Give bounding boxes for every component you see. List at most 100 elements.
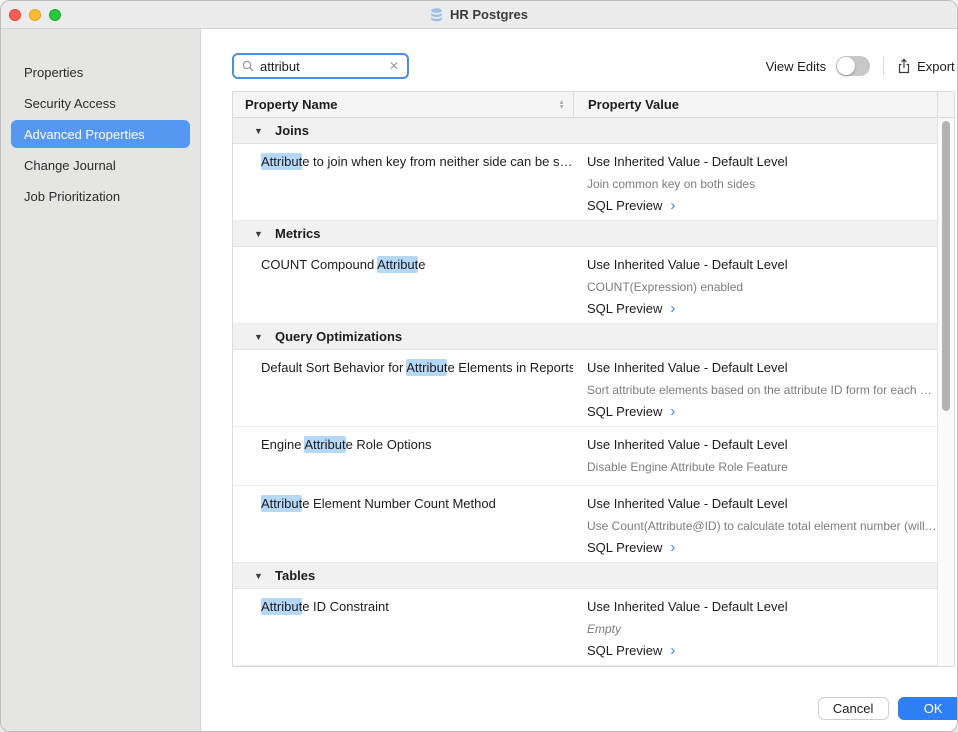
property-name-cell: Attribute Element Number Count Method — [233, 495, 573, 562]
export-label: Export — [917, 59, 955, 74]
search-highlight: Attribut — [377, 256, 418, 273]
search-highlight: Attribut — [261, 598, 302, 615]
property-value-cell: Use Inherited Value - Default LevelJoin … — [573, 153, 937, 220]
sidebar-item-security-access[interactable]: Security Access — [11, 89, 190, 117]
table-scrollbar-track[interactable] — [937, 119, 954, 666]
toggle-knob — [837, 57, 855, 75]
table-row: Attribute Element Number Count MethodUse… — [233, 486, 954, 563]
property-value-description: Sort attribute elements based on the att… — [587, 383, 937, 397]
group-header-tables[interactable]: ▼ Tables — [233, 563, 954, 589]
chevron-right-icon: › — [670, 199, 675, 213]
group-header-metrics[interactable]: ▼ Metrics — [233, 221, 954, 247]
property-value-header-label: Property Value — [588, 97, 679, 112]
chevron-right-icon: › — [670, 302, 675, 316]
disclosure-triangle-icon[interactable]: ▼ — [254, 332, 266, 342]
export-icon — [897, 58, 911, 74]
sidebar-item-change-journal[interactable]: Change Journal — [11, 151, 190, 179]
zoom-window-button[interactable] — [49, 9, 61, 21]
property-value-text: Use Inherited Value - Default Level — [587, 495, 937, 512]
search-highlight: Attribut — [406, 359, 447, 376]
sql-preview-link[interactable]: SQL Preview › — [587, 539, 675, 556]
disclosure-triangle-icon[interactable]: ▼ — [254, 126, 266, 136]
sql-preview-link[interactable]: SQL Preview › — [587, 642, 675, 659]
app-window: HR Postgres Properties Security Access Adv… — [0, 0, 958, 732]
group-label: Metrics — [275, 226, 321, 241]
table-row: COUNT Compound AttributeUse Inherited Va… — [233, 247, 954, 324]
chevron-right-icon: › — [670, 541, 675, 555]
disclosure-triangle-icon[interactable]: ▼ — [254, 571, 266, 581]
property-value-text: Use Inherited Value - Default Level — [587, 598, 937, 615]
clear-search-icon[interactable]: ✕ — [385, 60, 399, 72]
sql-preview-link[interactable]: SQL Preview › — [587, 403, 675, 420]
property-name-cell: Attribute to join when key from neither … — [233, 153, 573, 220]
export-button[interactable]: Export — [897, 58, 955, 74]
sidebar-item-advanced-properties[interactable]: Advanced Properties — [11, 120, 190, 148]
sql-preview-label: SQL Preview — [587, 539, 662, 556]
search-box[interactable]: ✕ — [232, 53, 409, 79]
scrollbar-header-cell — [937, 92, 954, 117]
disclosure-triangle-icon[interactable]: ▼ — [254, 229, 266, 239]
cancel-button[interactable]: Cancel — [818, 697, 889, 720]
property-value-description: COUNT(Expression) enabled — [587, 280, 937, 294]
toolbar-right-controls: View Edits Export — [766, 56, 955, 76]
group-label: Joins — [275, 123, 309, 138]
table-row: Attribute ID ConstraintUse Inherited Val… — [233, 589, 954, 666]
property-name-cell: COUNT Compound Attribute — [233, 256, 573, 323]
group-label: Tables — [275, 568, 315, 583]
database-icon — [430, 8, 443, 22]
app-body: Properties Security Access Advanced Proper… — [1, 29, 957, 731]
sql-preview-label: SQL Preview — [587, 300, 662, 317]
search-highlight: Attribut — [304, 436, 345, 453]
sql-preview-label: SQL Preview — [587, 403, 662, 420]
search-highlight: Attribut — [261, 153, 302, 170]
group-header-joins[interactable]: ▼ Joins — [233, 118, 954, 144]
property-value-cell: Use Inherited Value - Default Level Sort … — [573, 359, 937, 426]
sql-preview-link[interactable]: SQL Preview › — [587, 197, 675, 214]
sidebar: Properties Security Access Advanced Proper… — [1, 29, 201, 731]
search-input[interactable] — [260, 59, 385, 74]
window-title-area: HR Postgres — [1, 1, 957, 28]
ok-button[interactable]: OK — [898, 697, 958, 720]
sql-preview-link[interactable]: SQL Preview › — [587, 300, 675, 317]
traffic-lights — [1, 9, 61, 21]
sort-icon[interactable]: ▲▼ — [558, 100, 565, 110]
property-value-cell: Use Inherited Value - Default Level COUNT… — [573, 256, 937, 323]
sql-preview-label: SQL Preview — [587, 197, 662, 214]
property-value-cell: Use Inherited Value - Default Level Empty… — [573, 598, 937, 665]
property-value-description: Disable Engine Attribute Role Feature — [587, 460, 937, 474]
minimize-window-button[interactable] — [29, 9, 41, 21]
table-row: Default Sort Behavior for Attribute Elem… — [233, 350, 954, 427]
titlebar: HR Postgres — [1, 1, 957, 29]
column-header-property-name[interactable]: Property Name ▲▼ — [233, 92, 573, 117]
group-label: Query Optimizations — [275, 329, 402, 344]
property-value-description: Join common key on both sides — [587, 177, 937, 191]
view-edits-toggle[interactable] — [836, 56, 870, 76]
property-name-cell: Attribute ID Constraint — [233, 598, 573, 665]
view-edits-label: View Edits — [766, 59, 826, 74]
chevron-right-icon: › — [670, 405, 675, 419]
window-title: HR Postgres — [450, 7, 528, 22]
property-value-text: Use Inherited Value - Default Level — [587, 256, 937, 273]
chevron-right-icon: › — [670, 644, 675, 658]
property-value-text: Use Inherited Value - Default Level — [587, 359, 937, 376]
property-value-cell: Use Inherited Value - Default LevelUse C… — [573, 495, 937, 562]
property-name-cell: Engine Attribute Role Options — [233, 436, 573, 485]
main-content: ✕ View Edits Export — [201, 29, 958, 731]
sidebar-item-properties[interactable]: Properties — [11, 58, 190, 86]
search-highlight: Attribut — [261, 495, 302, 512]
search-icon — [242, 60, 254, 72]
close-window-button[interactable] — [9, 9, 21, 21]
column-header-property-value[interactable]: Property Value — [573, 92, 937, 117]
dialog-footer: Cancel OK — [818, 697, 958, 720]
property-value-description: Empty — [587, 622, 937, 636]
group-header-query-optimizations[interactable]: ▼ Query Optimizations — [233, 324, 954, 350]
sql-preview-label: SQL Preview — [587, 642, 662, 659]
property-value-cell: Use Inherited Value - Default LevelDisab… — [573, 436, 937, 485]
scrollbar-thumb[interactable] — [942, 121, 950, 411]
sidebar-item-job-prioritization[interactable]: Job Prioritization — [11, 182, 190, 210]
table-row: Engine Attribute Role OptionsUse Inherit… — [233, 427, 954, 486]
properties-table: Property Name ▲▼ Property Value ▼ Joins At… — [232, 91, 955, 667]
property-name-cell: Default Sort Behavior for Attribute Elem… — [233, 359, 573, 426]
table-body: ▼ Joins Attribute to join when key from ne… — [233, 118, 954, 666]
property-name-header-label: Property Name — [245, 97, 337, 112]
